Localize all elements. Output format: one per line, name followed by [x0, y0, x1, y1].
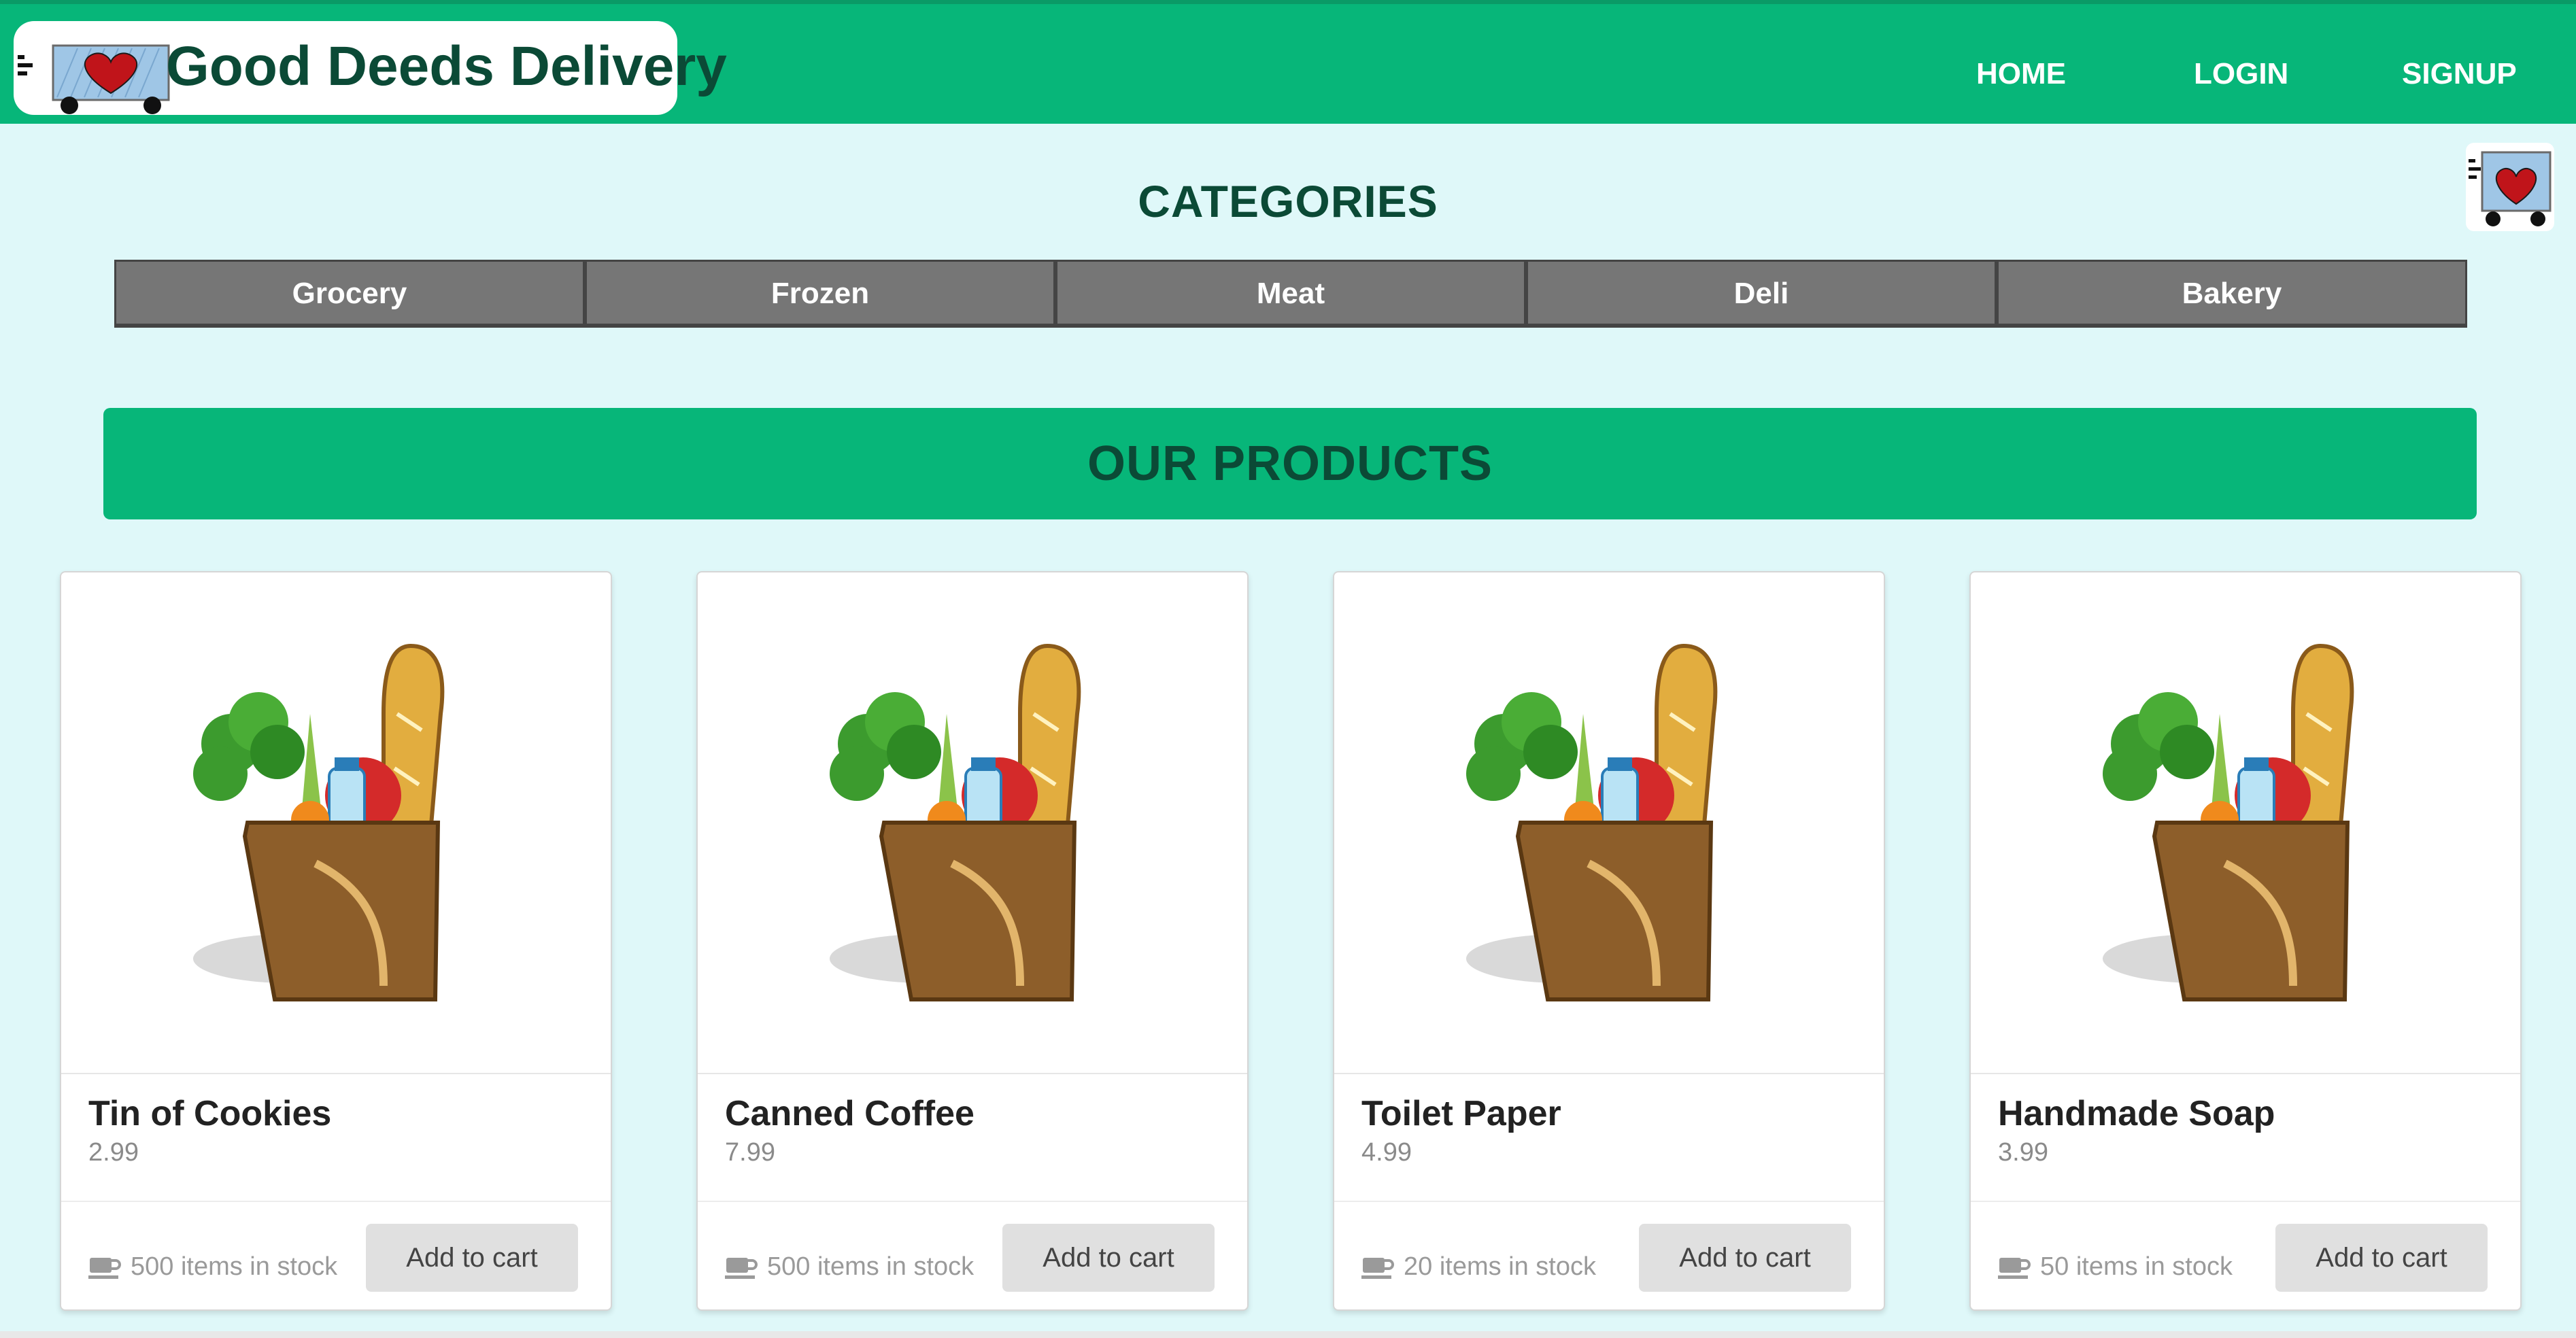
product-card: Handmade Soap 3.99 50 items in stock Add…: [1969, 571, 2522, 1311]
divider: [61, 1201, 611, 1202]
divider: [698, 1201, 1247, 1202]
brand-name: Good Deeds Delivery: [166, 35, 727, 97]
stock-text: 20 items in stock: [1404, 1252, 1596, 1281]
category-frozen[interactable]: Frozen: [585, 260, 1055, 328]
add-to-cart-button[interactable]: Add to cart: [366, 1224, 578, 1292]
product-price: 7.99: [725, 1138, 775, 1167]
nav-login[interactable]: LOGIN: [2194, 57, 2288, 91]
coffee-cup-icon: [725, 1257, 758, 1279]
grocery-bag-icon: [830, 643, 1081, 1001]
product-image[interactable]: [1971, 572, 2520, 1074]
category-grocery[interactable]: Grocery: [114, 260, 585, 328]
category-meat[interactable]: Meat: [1055, 260, 1526, 328]
product-image[interactable]: [1334, 572, 1884, 1074]
coffee-cup-icon: [88, 1257, 121, 1279]
stock-info: 500 items in stock: [88, 1252, 337, 1282]
product-name[interactable]: Toilet Paper: [1361, 1093, 1561, 1134]
product-name[interactable]: Handmade Soap: [1998, 1093, 2275, 1134]
product-price: 3.99: [1998, 1138, 2048, 1167]
grocery-bag-icon: [193, 643, 445, 1001]
add-to-cart-button[interactable]: Add to cart: [2275, 1224, 2488, 1292]
grocery-bag-icon: [2103, 643, 2354, 1001]
product-card: Toilet Paper 4.99 20 items in stock Add …: [1333, 571, 1885, 1311]
add-to-cart-button[interactable]: Add to cart: [1002, 1224, 1215, 1292]
stock-info: 50 items in stock: [1998, 1252, 2233, 1282]
product-card: Tin of Cookies 2.99 500 items in stock A…: [60, 571, 612, 1311]
product-price: 2.99: [88, 1138, 139, 1167]
stock-text: 50 items in stock: [2040, 1252, 2233, 1281]
delivery-truck-heart-icon: [18, 44, 170, 114]
products-title: OUR PRODUCTS: [103, 408, 2477, 519]
stock-info: 20 items in stock: [1361, 1252, 1596, 1282]
divider: [1971, 1201, 2520, 1202]
nav-home[interactable]: HOME: [1976, 57, 2066, 91]
product-price: 4.99: [1361, 1138, 1412, 1167]
stock-text: 500 items in stock: [767, 1252, 975, 1281]
product-image[interactable]: [698, 572, 1247, 1074]
stock-text: 500 items in stock: [131, 1252, 338, 1281]
product-card: Canned Coffee 7.99 500 items in stock Ad…: [696, 571, 1249, 1311]
coffee-cup-icon: [1361, 1257, 1394, 1279]
top-navbar: Good Deeds Delivery HOME LOGIN SIGNUP: [0, 0, 2576, 124]
coffee-cup-icon: [1998, 1257, 2031, 1279]
product-name[interactable]: Tin of Cookies: [88, 1093, 331, 1134]
divider: [1334, 1201, 1884, 1202]
category-bakery[interactable]: Bakery: [1997, 260, 2467, 328]
categories-bar: Grocery Frozen Meat Deli Bakery: [114, 260, 2467, 328]
nav-signup[interactable]: SIGNUP: [2402, 57, 2517, 91]
product-name[interactable]: Canned Coffee: [725, 1093, 975, 1134]
stock-info: 500 items in stock: [725, 1252, 974, 1282]
brand[interactable]: Good Deeds Delivery: [14, 21, 727, 115]
bottom-edge: [0, 1331, 2576, 1338]
add-to-cart-button[interactable]: Add to cart: [1639, 1224, 1851, 1292]
page: Good Deeds Delivery HOME LOGIN SIGNUP CA…: [0, 0, 2576, 1338]
product-image[interactable]: [61, 572, 611, 1074]
category-deli[interactable]: Deli: [1526, 260, 1997, 328]
categories-title: CATEGORIES: [1138, 176, 1438, 226]
grocery-bag-icon: [1466, 643, 1718, 1001]
